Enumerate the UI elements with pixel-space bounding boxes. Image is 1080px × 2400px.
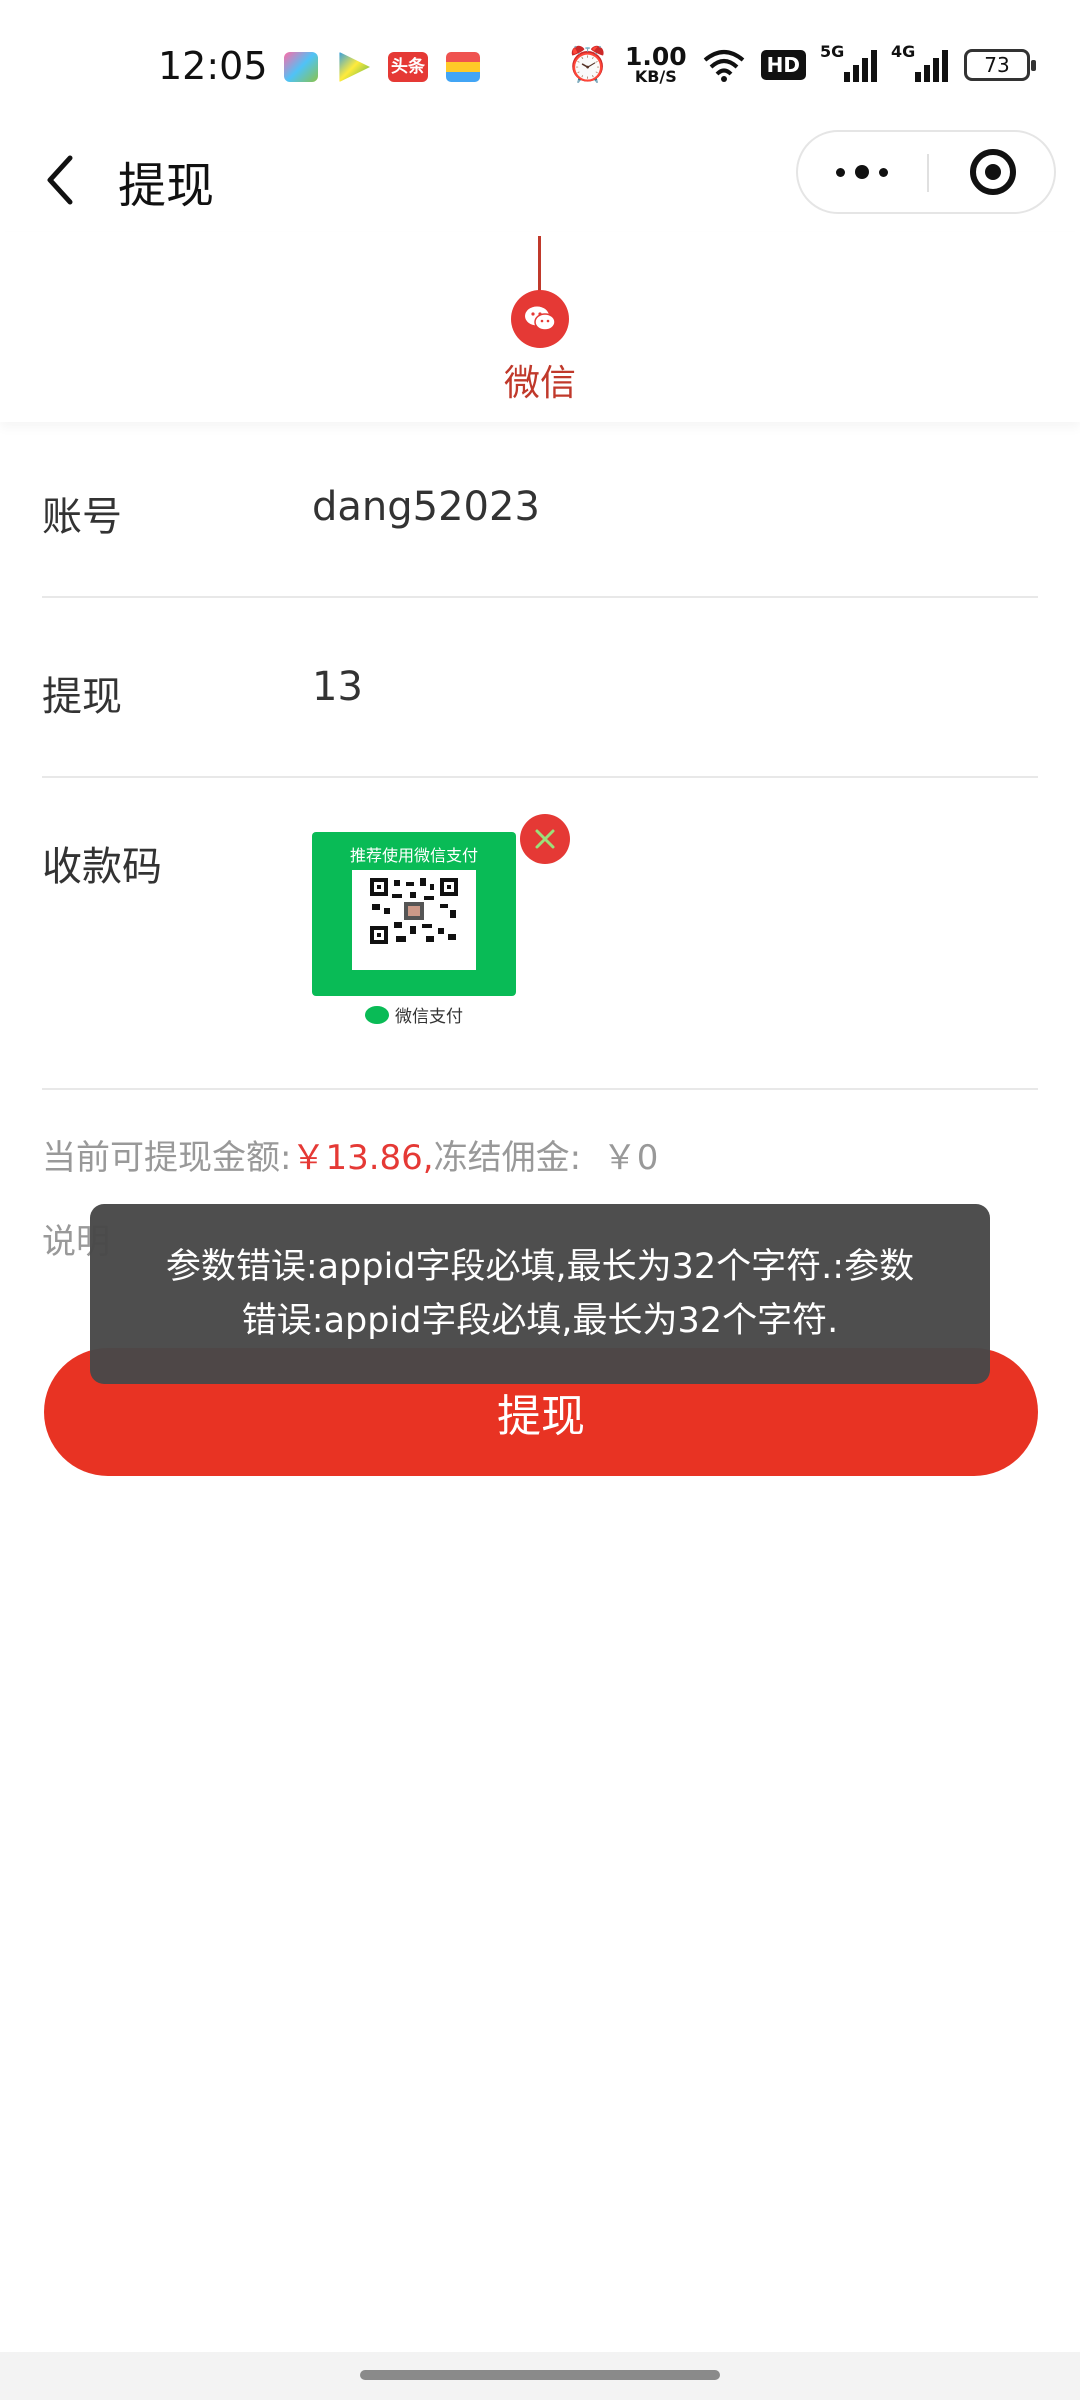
delete-qrcode-button[interactable] (520, 814, 570, 864)
amount-input[interactable]: 13 (312, 664, 363, 710)
error-toast: 参数错误:appid字段必填,最长为32个字符.:参数错误:appid字段必填,… (90, 1204, 990, 1384)
wechat-pay-icon (365, 1005, 389, 1024)
network-speed: 1.00 KB/S (625, 44, 687, 85)
capsule-divider (927, 154, 929, 192)
more-dot-icon (836, 167, 845, 177)
more-dot-icon (855, 165, 869, 179)
frozen-amount: ￥0 (602, 1138, 659, 1178)
account-row: 账号 dang52023 (42, 430, 1038, 598)
balance-info: 当前可提现金额:￥13.86,冻结佣金: ￥0 (42, 1130, 658, 1179)
status-bar: 12:05 头条 ⏰ 1.00 KB/S HD 5G 4G 73 (0, 0, 1080, 130)
alarm-icon: ⏰ (566, 44, 609, 85)
status-time: 12:05 (158, 44, 268, 88)
close-icon (535, 829, 555, 849)
wechat-icon (525, 306, 556, 331)
toast-message: 参数错误:appid字段必填,最长为32个字符.:参数错误:appid字段必填,… (165, 1247, 915, 1341)
qrcode-card-background: 推荐使用微信支付 (312, 832, 516, 996)
miniprogram-capsule (796, 130, 1056, 214)
more-dot-icon (879, 167, 888, 177)
nav-bar: 提现 (0, 130, 1080, 230)
account-label: 账号 (42, 494, 122, 540)
app-notification-icon-2 (446, 52, 480, 82)
network-speed-value: 1.00 (624, 42, 687, 71)
qrcode-footer-text: 微信支付 (395, 1007, 463, 1027)
status-indicators: ⏰ 1.00 KB/S HD 5G 4G 73 (566, 42, 1036, 85)
page-title: 提现 (118, 158, 215, 214)
frozen-label: 冻结佣金: (433, 1138, 582, 1178)
app-notification-icon (284, 52, 318, 82)
withdraw-method-section: 微信 (0, 232, 1080, 422)
notification-icons: 头条 (284, 52, 480, 82)
battery-icon: 73 (964, 48, 1036, 81)
qrcode-header: 推荐使用微信支付 (349, 846, 478, 865)
wechat-method-button[interactable] (511, 290, 569, 348)
signal-4g-icon: 4G (891, 42, 948, 82)
qrcode-frame (352, 870, 476, 970)
video-app-icon (339, 52, 370, 82)
qrcode-row: 收款码 推荐使用微信支付 微信支付 (42, 778, 1038, 1090)
qrcode-label: 收款码 (42, 844, 162, 890)
signal-4g-label: 4G (891, 41, 916, 61)
method-indicator-line (538, 236, 541, 292)
target-icon (970, 149, 1016, 195)
toutiao-app-icon: 头条 (388, 52, 428, 82)
qr-code-icon (370, 878, 458, 944)
available-amount: ￥13.86, (291, 1138, 434, 1178)
signal-5g-label: 5G (820, 41, 845, 61)
qrcode-footer: 微信支付 (312, 1002, 516, 1027)
amount-label: 提现 (42, 674, 122, 720)
more-options-button[interactable] (798, 132, 926, 212)
network-speed-unit: KB/S (634, 67, 677, 86)
qrcode-image[interactable]: 推荐使用微信支付 微信支付 (312, 832, 516, 1028)
balance-prefix: 当前可提现金额: (42, 1138, 292, 1178)
wifi-icon (703, 49, 744, 82)
close-miniprogram-button[interactable] (930, 132, 1056, 212)
home-indicator[interactable] (360, 2370, 720, 2380)
account-input[interactable]: dang52023 (312, 484, 540, 530)
hd-voice-icon: HD (760, 49, 806, 80)
amount-row: 提现 13 (42, 600, 1038, 778)
signal-5g-icon: 5G (820, 42, 877, 82)
wechat-method-label[interactable]: 微信 (0, 354, 1080, 406)
back-arrow-icon[interactable] (40, 150, 90, 210)
